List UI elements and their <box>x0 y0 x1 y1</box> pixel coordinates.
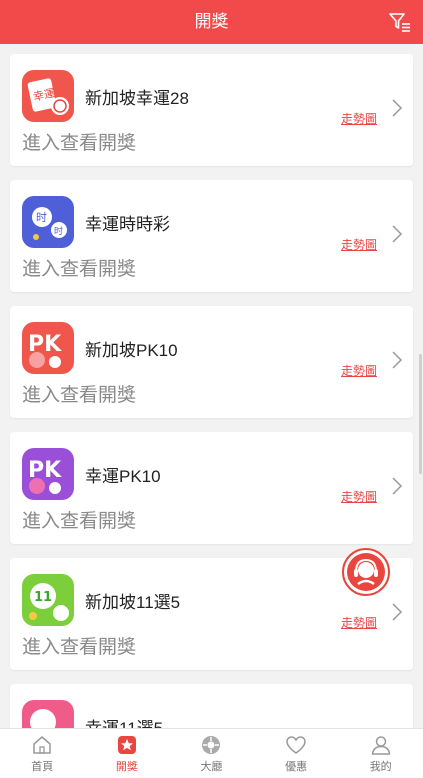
11x5-pink-icon <box>22 700 74 728</box>
user-icon <box>371 736 390 755</box>
tab-label: 我的 <box>369 761 392 773</box>
trend-chart-link[interactable]: 走勢圖 <box>341 488 377 505</box>
chevron-right-icon <box>392 225 403 243</box>
lottery-subtitle: 進入查看開獎 <box>22 259 137 280</box>
lottery-name: 新加坡PK10 <box>85 341 178 360</box>
scrollbar-thumb[interactable] <box>419 354 422 474</box>
top-bar: 開獎 <box>0 0 423 44</box>
tab-lottery-results[interactable]: 開獎 <box>85 729 170 778</box>
trend-chart-link[interactable]: 走勢圖 <box>341 236 377 253</box>
tab-lobby[interactable]: 大廳 <box>169 729 254 778</box>
pk10-purple-icon: PK <box>22 448 74 500</box>
heart-icon <box>286 736 306 754</box>
tab-label: 首頁 <box>31 761 54 773</box>
lottery-subtitle: 進入查看開獎 <box>22 637 137 658</box>
lottery-card-shishicai[interactable]: 时 时 幸運時時彩 進入查看開獎 走勢圖 <box>10 180 413 292</box>
tab-label: 優惠 <box>285 761 308 773</box>
chevron-right-icon <box>392 477 403 495</box>
filter-icon[interactable] <box>389 12 411 32</box>
shishicai-icon: 时 时 <box>22 196 74 248</box>
svg-text:时: 时 <box>36 211 47 224</box>
lottery-subtitle: 進入查看開獎 <box>22 511 137 532</box>
lottery-subtitle: 進入查看開獎 <box>22 133 137 154</box>
lottery-card-xingyun28[interactable]: 幸運 新加坡幸運28 進入查看開獎 走勢圖 <box>10 54 413 166</box>
tab-promotions[interactable]: 優惠 <box>254 729 339 778</box>
lobby-icon <box>202 736 221 754</box>
lottery-name: 幸運11選5 <box>85 714 163 728</box>
lottery-card-pk10-sg[interactable]: PK 新加坡PK10 進入查看開獎 走勢圖 <box>10 306 413 418</box>
tab-label: 開獎 <box>115 761 138 773</box>
chevron-right-icon <box>392 351 403 369</box>
page-title: 開獎 <box>194 12 229 31</box>
lottery-name: 新加坡11選5 <box>85 593 181 612</box>
lottery-name: 新加坡幸運28 <box>85 89 189 108</box>
11x5-green-icon: 11 <box>22 574 74 626</box>
lottery-name: 幸運PK10 <box>85 467 161 486</box>
pk10-red-icon: PK <box>22 322 74 374</box>
lottery-subtitle: 進入查看開獎 <box>22 385 137 406</box>
trend-chart-link[interactable]: 走勢圖 <box>341 110 377 127</box>
tab-home[interactable]: 首頁 <box>0 729 85 778</box>
bottom-tab-bar: 首頁 開獎 大廳 優惠 我的 <box>0 728 423 778</box>
chevron-right-icon <box>392 603 403 621</box>
tab-profile[interactable]: 我的 <box>338 729 423 778</box>
lottery-list[interactable]: 幸運 新加坡幸運28 進入查看開獎 走勢圖 时 时 幸運時時彩 進入查看開獎 走… <box>0 44 423 728</box>
lottery-card-11x5-lucky[interactable]: 幸運11選5 <box>10 684 413 728</box>
trend-chart-link[interactable]: 走勢圖 <box>341 362 377 379</box>
lottery-card-pk10-lucky[interactable]: PK 幸運PK10 進入查看開獎 走勢圖 <box>10 432 413 544</box>
customer-service-icon[interactable] <box>342 548 390 596</box>
trend-chart-link[interactable]: 走勢圖 <box>341 614 377 631</box>
home-icon <box>33 736 52 754</box>
tab-label: 大廳 <box>200 761 223 773</box>
chevron-right-icon <box>392 99 403 117</box>
svg-text:时: 时 <box>54 225 63 237</box>
xingyun28-icon: 幸運 <box>22 70 74 122</box>
svg-text:11: 11 <box>34 590 52 605</box>
lottery-name: 幸運時時彩 <box>85 215 170 234</box>
star-icon <box>117 736 136 754</box>
